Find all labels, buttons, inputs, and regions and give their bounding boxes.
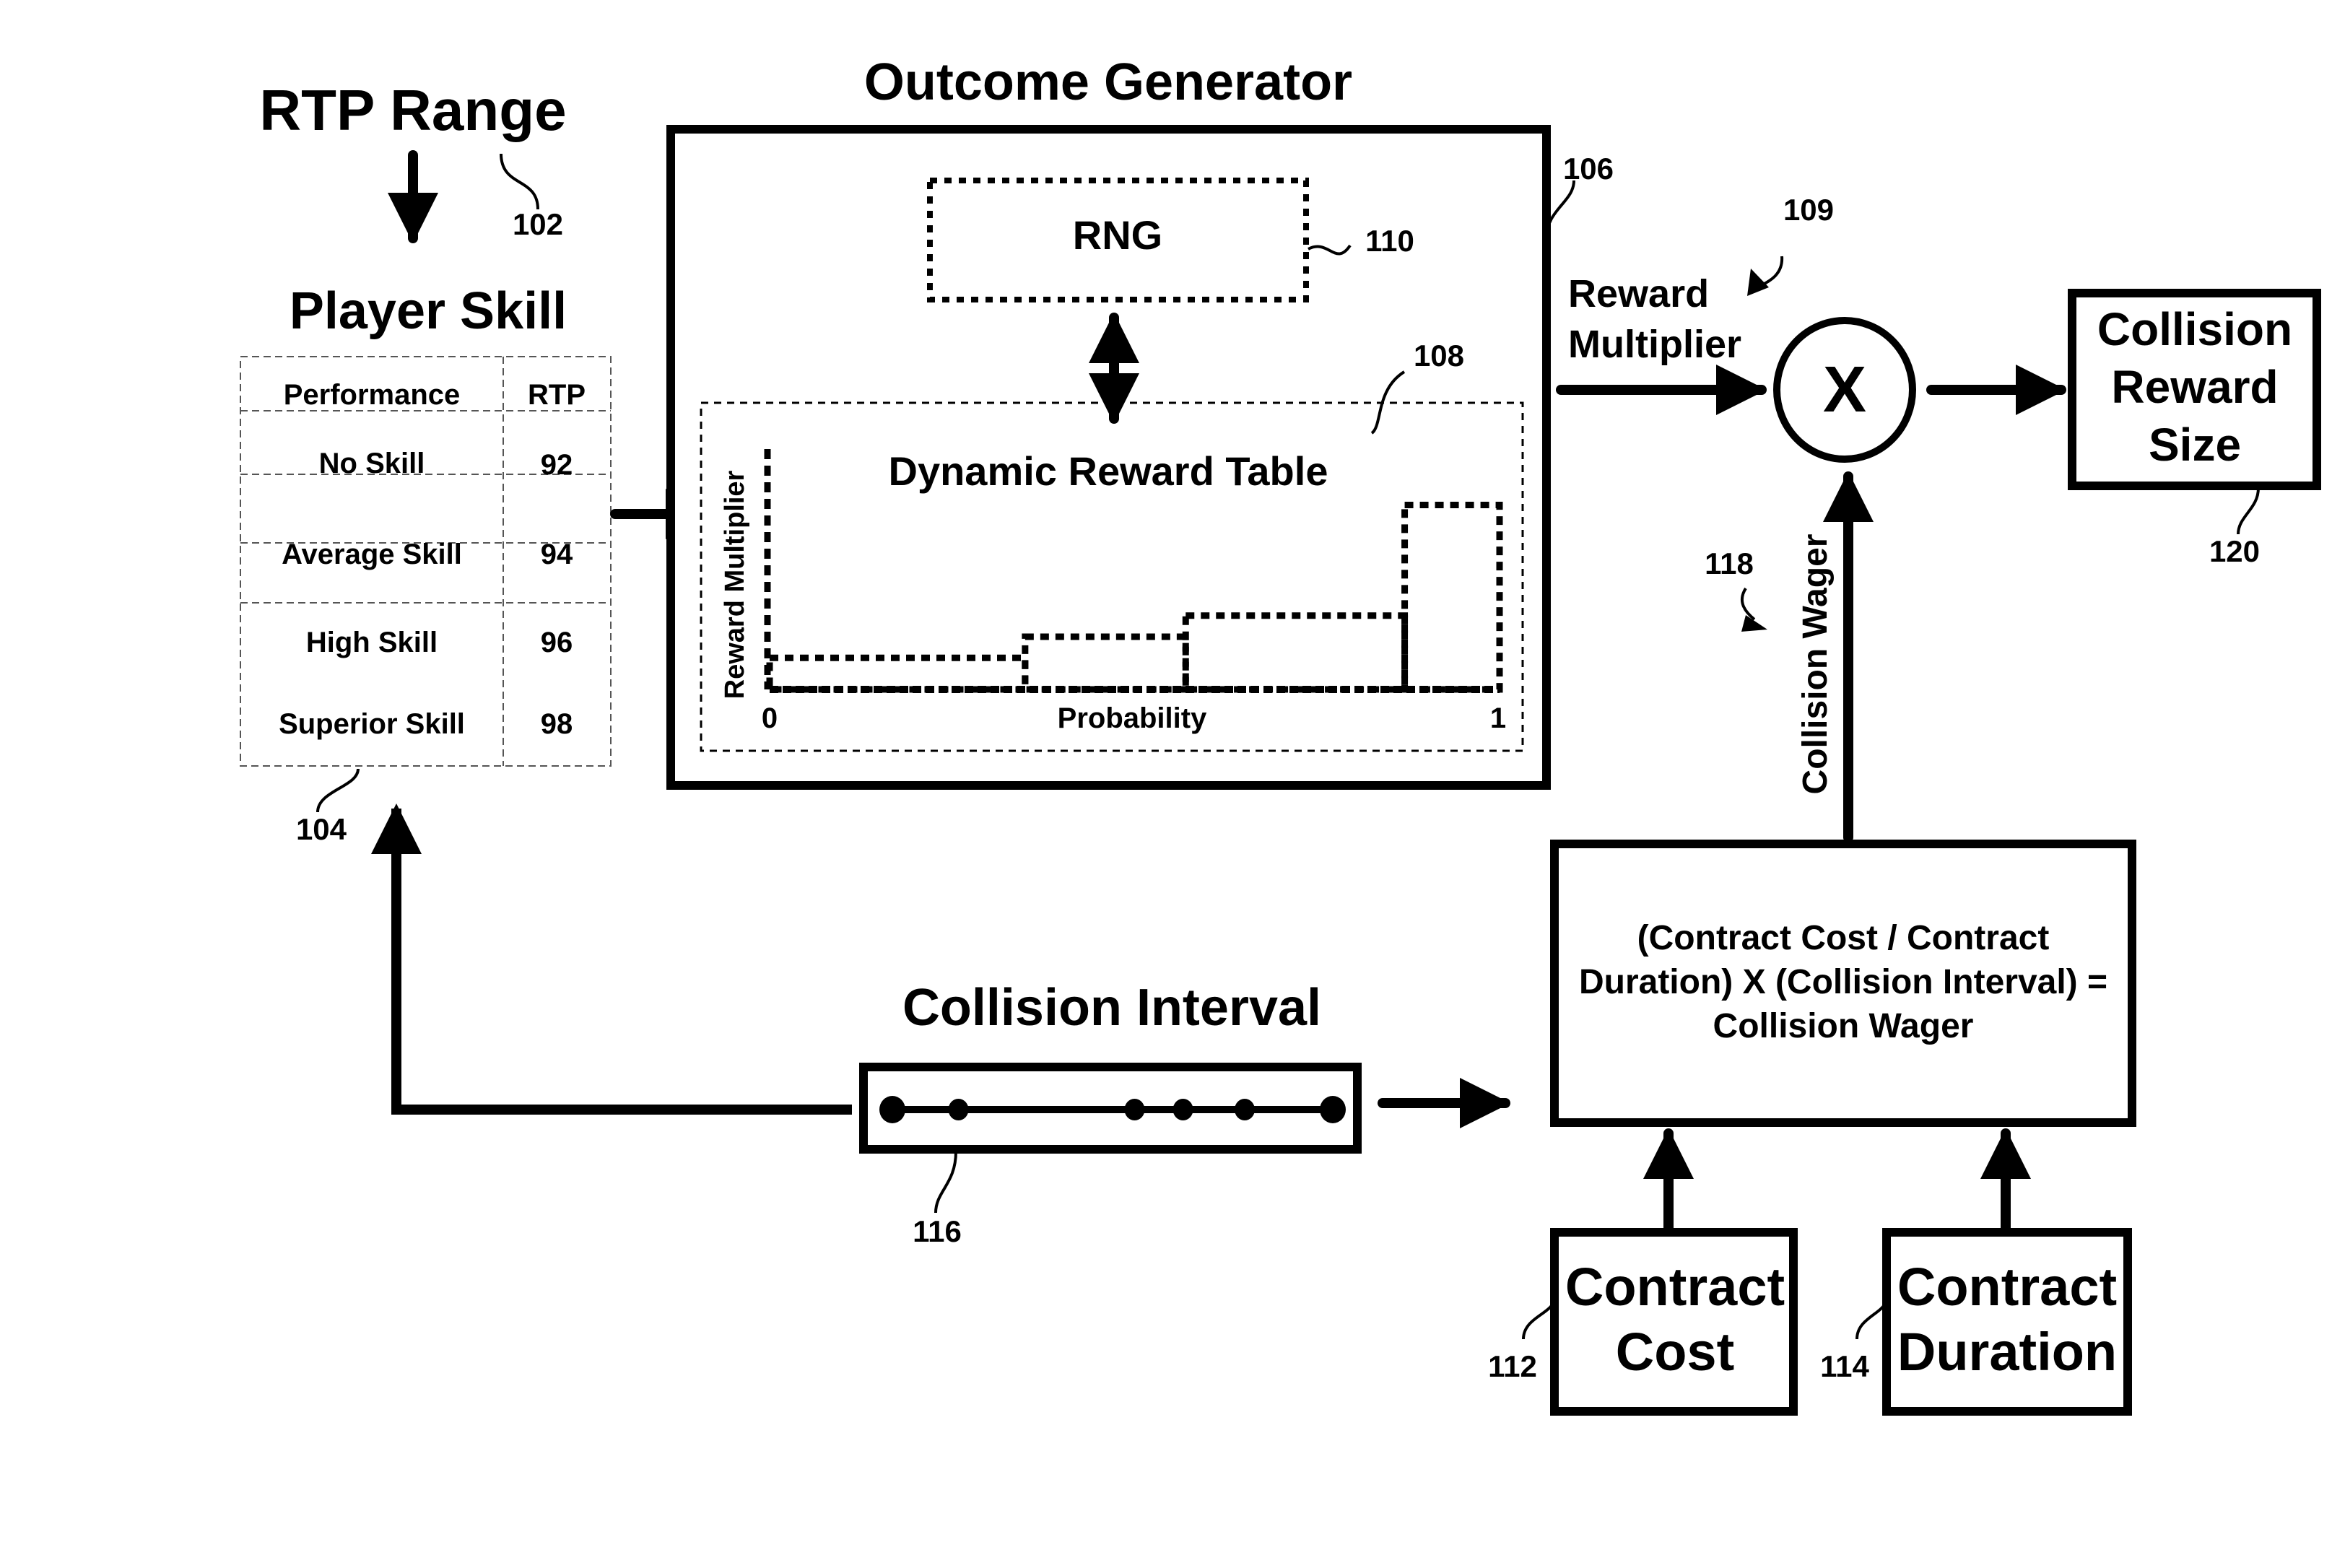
chart-x-tick-1: 1 [1490,702,1506,734]
rtp-cell: 94 [541,539,573,570]
chart-x-axis-label: Probability [1058,702,1207,734]
table-header-rtp: RTP [528,379,586,411]
interval-event-dot [1235,1099,1255,1120]
collision-reward-size-line3: Size [2149,419,2241,471]
table-row: No Skill 92 [319,448,573,481]
performance-cell: High Skill [306,627,438,658]
contract-cost-line2: Cost [1616,1322,1734,1382]
contract-cost-line1: Contract [1565,1257,1785,1317]
ref-label-102: 102 [513,207,563,241]
chart-y-axis-label: Reward Multiplier [720,470,750,699]
chart-title: Dynamic Reward Table [889,448,1328,494]
ref-leader-102 [500,153,539,210]
reward-multiplier-label-line1: Reward [1568,272,1709,315]
interval-event-dot [1320,1096,1346,1123]
multiply-symbol: X [1823,354,1866,426]
ref-label-104: 104 [296,812,347,846]
interval-to-skill-feedback-arrow [371,803,852,1115]
ref-label-106: 106 [1563,152,1614,186]
formula-line1: (Contract Cost / Contract [1637,919,2050,957]
ref-label-118: 118 [1705,546,1754,580]
multiplier-stage: Reward Multiplier 109 X Collision Reward… [1556,193,2321,568]
ref-label-109: 109 [1783,193,1834,227]
ref-leader-114 [1855,1299,1888,1340]
rtp-range-title: RTP Range [259,78,566,142]
chart-x-tick-0: 0 [762,702,778,734]
outcome-generator-node: Outcome Generator 106 RNG 110 108 Dynami… [666,53,1614,790]
formula-line3: Collision Wager [1713,1007,1974,1045]
contract-duration-line1: Contract [1897,1257,2117,1317]
collision-interval-title: Collision Interval [902,979,1321,1037]
collision-wager-flow: Collision Wager 118 [1705,471,1874,842]
performance-cell: Average Skill [282,539,462,570]
ref-label-110: 110 [1365,224,1414,258]
rtp-cell: 98 [541,708,573,740]
performance-cell: No Skill [319,448,425,479]
ref-leader-120 [2237,487,2260,535]
outcome-generator-title: Outcome Generator [864,53,1352,111]
ref-label-116: 116 [913,1214,962,1248]
rng-label: RNG [1073,212,1162,258]
table-header-performance: Performance [284,379,461,411]
reward-multiplier-label-line2: Multiplier [1568,323,1741,366]
ref-leader-112 [1522,1299,1556,1340]
collision-wager-formula-node: (Contract Cost / Contract Duration) X (C… [1550,840,2136,1127]
table-row: Superior Skill 98 [279,708,573,740]
ref-label-108: 108 [1414,339,1464,373]
ref-leader-116 [934,1151,957,1214]
rtp-cell: 96 [541,627,573,658]
ref-label-114: 114 [1820,1349,1869,1383]
rtp-cell: 92 [541,449,573,481]
table-row: High Skill 96 [306,627,573,658]
interval-event-dot [948,1099,969,1120]
ref-leader-109 [1761,256,1784,287]
contract-duration-node: Contract Duration 114 [1820,1128,2132,1416]
contract-cost-node: Contract Cost 112 [1488,1128,1798,1416]
ref-leader-104 [316,768,360,813]
ref-label-112: 112 [1488,1349,1537,1383]
rtp-range-node: RTP Range 102 [259,78,567,243]
player-skill-node: Player Skill Performance RTP No Skill 92… [240,282,716,846]
collision-reward-size-line2: Reward [2111,361,2278,413]
collision-interval-node: Collision Interval 116 [371,803,1510,1248]
ref-label-120: 120 [2209,534,2260,568]
interval-event-dot [879,1096,905,1123]
skill-rtp-table: Performance RTP No Skill 92 Average Skil… [240,356,612,767]
ref-leader-118 [1740,587,1756,621]
interval-event-dot [1124,1099,1145,1120]
formula-line2: Duration) X (Collision Interval) = [1579,963,2107,1001]
interval-event-dot [1172,1099,1193,1120]
performance-cell: Superior Skill [279,708,465,740]
collision-reward-size-line1: Collision [2097,303,2292,355]
player-skill-title: Player Skill [290,282,567,340]
collision-wager-label: Collision Wager [1796,534,1835,795]
contract-duration-line2: Duration [1897,1322,2117,1382]
diagram-canvas: RTP Range 102 Player Skill Performance R… [240,53,2321,1416]
